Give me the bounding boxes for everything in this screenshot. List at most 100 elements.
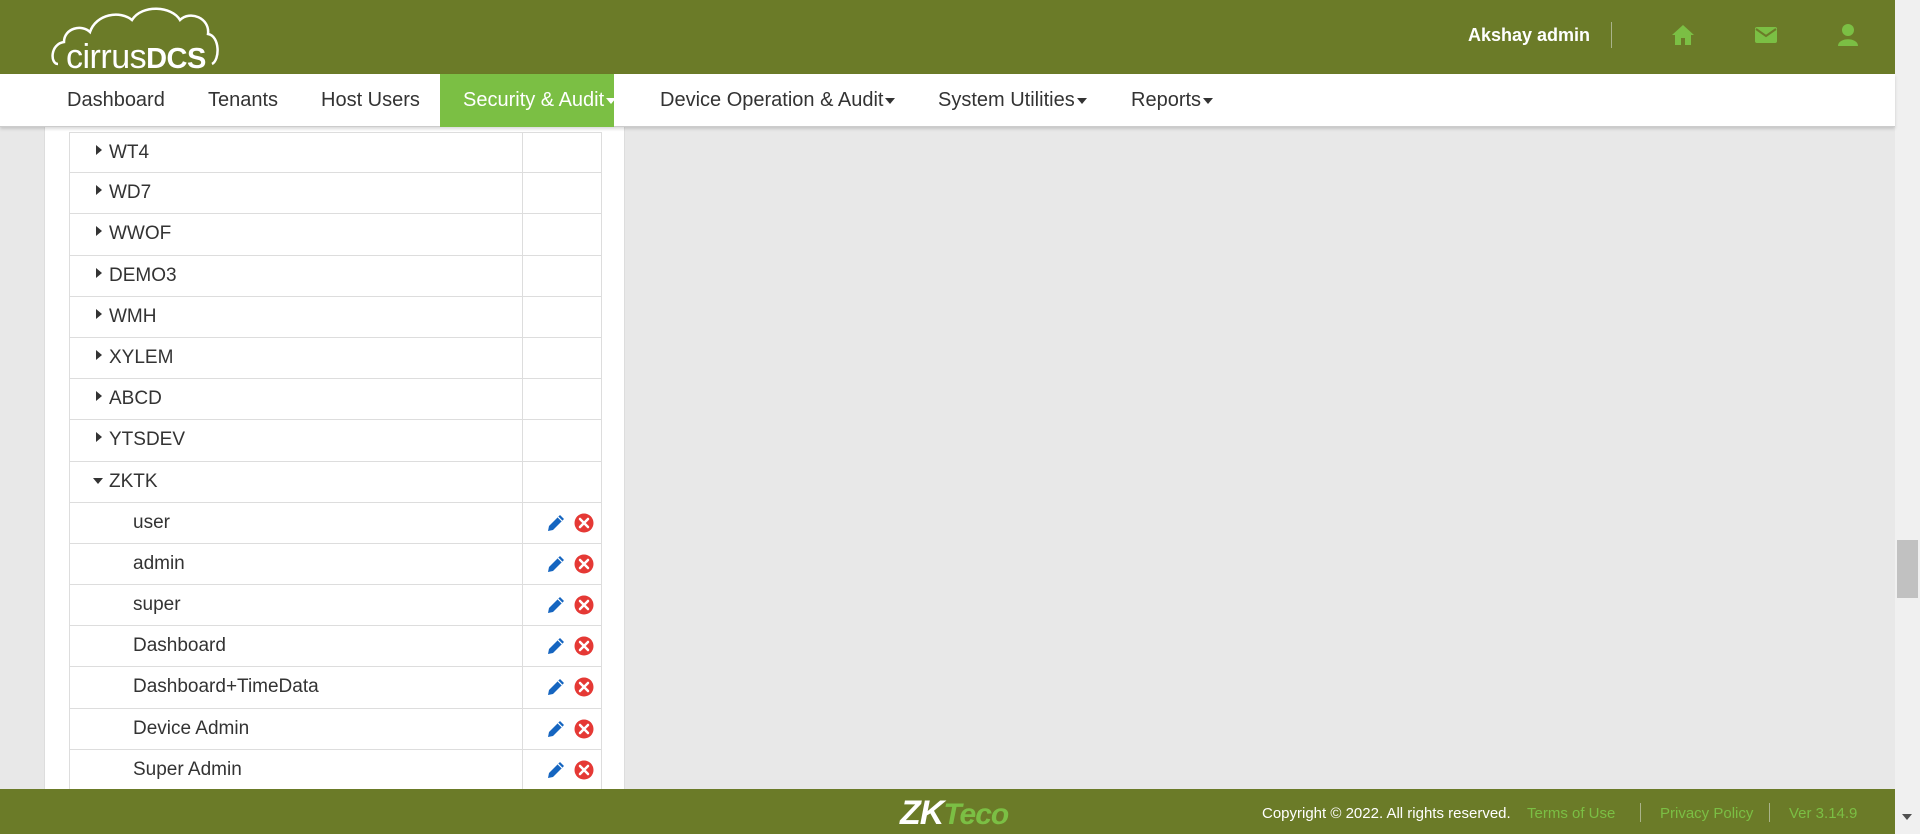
expand-arrow-icon[interactable] xyxy=(96,226,102,237)
nav-device-operation-audit[interactable]: Device Operation & Audit xyxy=(660,74,896,127)
logo-text-light: cirrus xyxy=(66,38,147,76)
top-header: cirrusDCS Akshay admin xyxy=(0,0,1895,74)
delete-circle-icon[interactable] xyxy=(573,718,595,740)
tenant-label: ZKTK xyxy=(109,470,158,492)
nav-security-audit[interactable]: Security & Audit xyxy=(440,74,617,127)
tenant-role-panel: WT4 WD7 WWOF DEMO3 WMH XYLEM ABCD YTSDEV… xyxy=(44,127,625,789)
column-divider xyxy=(522,749,523,789)
column-divider xyxy=(522,502,523,543)
delete-circle-icon[interactable] xyxy=(573,553,595,575)
role-label: Device Admin xyxy=(133,717,250,739)
delete-circle-icon[interactable] xyxy=(573,594,595,616)
expand-arrow-icon[interactable] xyxy=(96,391,102,402)
zkteco-logo: ZKTeco xyxy=(900,794,1009,833)
tenant-label: WWOF xyxy=(109,223,172,245)
cirrusdcs-logo[interactable]: cirrusDCS xyxy=(50,4,220,75)
column-divider xyxy=(522,585,523,626)
column-divider xyxy=(522,667,523,708)
tree-row-role: Dashboard xyxy=(69,626,602,668)
column-divider xyxy=(522,626,523,667)
tree-row-tenant[interactable]: ABCD xyxy=(69,379,602,421)
collapse-arrow-icon[interactable] xyxy=(93,477,103,484)
nav-tenants[interactable]: Tenants xyxy=(208,74,278,127)
nav-system-utilities-label: System Utilities xyxy=(938,89,1075,111)
version-text: Ver 3.14.9 xyxy=(1789,805,1858,822)
edit-pencil-icon[interactable] xyxy=(545,512,567,534)
role-label: user xyxy=(133,511,170,533)
column-divider xyxy=(522,708,523,749)
scroll-down-arrow-icon[interactable] xyxy=(1902,814,1912,820)
tree-row-tenant[interactable]: XYLEM xyxy=(69,337,602,380)
role-label: Dashboard xyxy=(133,635,226,657)
user-name[interactable]: Akshay admin xyxy=(1468,25,1590,46)
delete-circle-icon[interactable] xyxy=(573,635,595,657)
footer-divider xyxy=(1640,803,1641,822)
edit-pencil-icon[interactable] xyxy=(545,718,567,740)
tree-row-tenant[interactable]: WT4 xyxy=(69,132,602,174)
nav-system-utilities[interactable]: System Utilities xyxy=(938,74,1087,127)
tenant-label: WD7 xyxy=(109,182,152,204)
logo-text-bold: DCS xyxy=(146,43,206,75)
expand-arrow-icon[interactable] xyxy=(96,432,102,443)
home-icon[interactable] xyxy=(1670,22,1696,48)
footer-divider xyxy=(1769,803,1770,822)
user-icon[interactable] xyxy=(1835,22,1861,48)
delete-circle-icon[interactable] xyxy=(573,759,595,781)
envelope-icon[interactable] xyxy=(1753,22,1779,48)
terms-of-use-link[interactable]: Terms of Use xyxy=(1527,805,1615,822)
tree-row-role: admin xyxy=(69,543,602,586)
edit-pencil-icon[interactable] xyxy=(545,759,567,781)
tree-row-tenant-expanded[interactable]: ZKTK xyxy=(69,461,602,503)
scrollbar-thumb[interactable] xyxy=(1897,540,1918,598)
column-divider xyxy=(522,543,523,585)
tree-row-role: user xyxy=(69,502,602,544)
role-label: super xyxy=(133,594,181,616)
footer: ZKTeco Copyright © 2022. All rights rese… xyxy=(0,789,1895,834)
expand-arrow-icon[interactable] xyxy=(96,308,102,319)
role-label: admin xyxy=(133,552,185,574)
caret-down-icon xyxy=(885,97,896,104)
tenant-label: WT4 xyxy=(109,142,150,163)
nav-dashboard[interactable]: Dashboard xyxy=(67,74,165,127)
nav-host-users[interactable]: Host Users xyxy=(321,74,420,127)
nav-device-operation-audit-label: Device Operation & Audit xyxy=(660,89,884,111)
column-divider xyxy=(522,379,523,420)
tenant-label: WMH xyxy=(109,305,157,327)
tree-row-role: super xyxy=(69,585,602,627)
tenant-label: DEMO3 xyxy=(109,264,177,286)
tree-row-tenant[interactable]: DEMO3 xyxy=(69,255,602,297)
delete-circle-icon[interactable] xyxy=(573,512,595,534)
tree-row-tenant[interactable]: WMH xyxy=(69,296,602,338)
edit-pencil-icon[interactable] xyxy=(545,553,567,575)
nav-reports[interactable]: Reports xyxy=(1131,74,1214,127)
tenant-label: YTSDEV xyxy=(109,429,186,451)
edit-pencil-icon[interactable] xyxy=(545,676,567,698)
privacy-policy-link[interactable]: Privacy Policy xyxy=(1660,805,1753,822)
role-label: Dashboard+TimeData xyxy=(133,676,319,698)
edit-pencil-icon[interactable] xyxy=(545,635,567,657)
main-nav: Dashboard Tenants Host Users Security & … xyxy=(0,74,1895,127)
tree-row-tenant[interactable]: YTSDEV xyxy=(69,420,602,462)
nav-security-audit-label: Security & Audit xyxy=(463,89,605,111)
column-divider xyxy=(522,214,523,255)
tenant-label: ABCD xyxy=(109,388,162,410)
expand-arrow-icon[interactable] xyxy=(96,145,102,155)
column-divider xyxy=(522,296,523,337)
role-label: Super Admin xyxy=(133,758,242,780)
expand-arrow-icon[interactable] xyxy=(96,349,102,360)
column-divider xyxy=(522,173,523,214)
expand-arrow-icon[interactable] xyxy=(96,185,102,196)
tenant-label: XYLEM xyxy=(109,346,174,368)
expand-arrow-icon[interactable] xyxy=(96,267,102,278)
column-divider xyxy=(522,133,523,173)
copyright-text: Copyright © 2022. All rights reserved. xyxy=(1262,805,1511,822)
header-divider xyxy=(1611,22,1612,48)
zkteco-logo-teco: Teco xyxy=(943,798,1009,831)
column-divider xyxy=(522,255,523,296)
tree-row-tenant[interactable]: WD7 xyxy=(69,173,602,215)
edit-pencil-icon[interactable] xyxy=(545,594,567,616)
delete-circle-icon[interactable] xyxy=(573,676,595,698)
tree-row-tenant[interactable]: WWOF xyxy=(69,214,602,256)
tree-row-role: Dashboard+TimeData xyxy=(69,667,602,709)
page-scrollbar[interactable] xyxy=(1895,0,1920,834)
